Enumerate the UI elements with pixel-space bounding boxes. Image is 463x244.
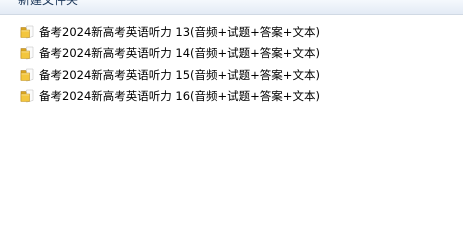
folder-icon xyxy=(20,25,34,39)
list-item[interactable]: 备考2024新高考英语听力 14(音频+试题+答案+文本) xyxy=(20,43,320,65)
folder-name: 备考2024新高考英语听力 15(音频+试题+答案+文本) xyxy=(39,67,320,82)
list-item[interactable]: 备考2024新高考英语听力 13(音频+试题+答案+文本) xyxy=(20,21,320,43)
folder-icon xyxy=(20,90,34,103)
file-list: 备考2024新高考英语听力 13(音频+试题+答案+文本) 备考2024新高考英… xyxy=(20,21,320,107)
folder-icon xyxy=(20,47,34,60)
toolbar: 新建文件夹 xyxy=(0,0,463,15)
folder-name: 备考2024新高考英语听力 13(音频+试题+答案+文本) xyxy=(39,24,320,39)
list-item[interactable]: 备考2024新高考英语听力 16(音频+试题+答案+文本) xyxy=(20,86,320,108)
file-list-pane[interactable]: 备考2024新高考英语听力 13(音频+试题+答案+文本) 备考2024新高考英… xyxy=(0,15,463,244)
folder-name: 备考2024新高考英语听力 16(音频+试题+答案+文本) xyxy=(39,89,320,104)
new-folder-button[interactable]: 新建文件夹 xyxy=(18,0,78,8)
list-item[interactable]: 备考2024新高考英语听力 15(音频+试题+答案+文本) xyxy=(20,64,320,86)
folder-name: 备考2024新高考英语听力 14(音频+试题+答案+文本) xyxy=(39,46,320,61)
folder-icon xyxy=(20,68,34,82)
